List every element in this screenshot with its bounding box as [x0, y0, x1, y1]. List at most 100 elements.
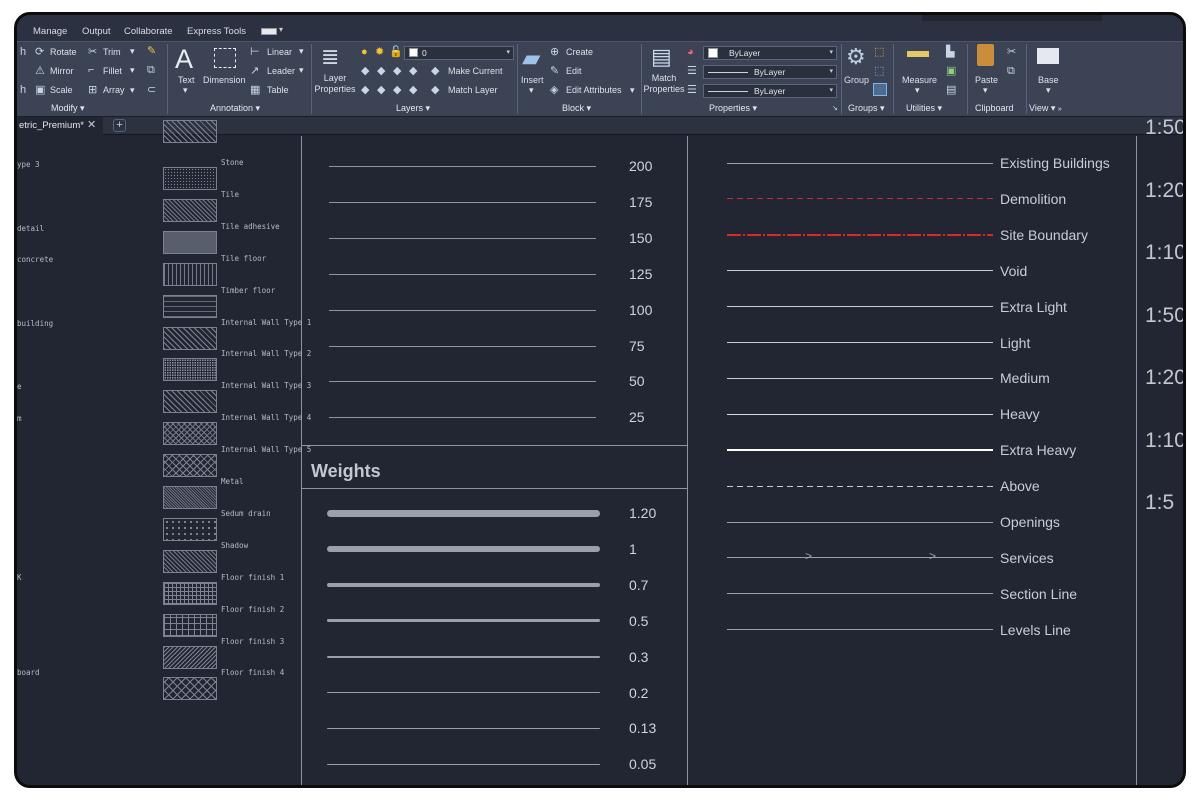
chevron-down-icon[interactable]: ▾: [915, 85, 920, 96]
workspace-toggle-icon[interactable]: [261, 28, 277, 35]
hatch-swatch[interactable]: [163, 167, 217, 190]
new-tab-button[interactable]: +: [113, 119, 126, 132]
chevron-down-icon[interactable]: ▾: [983, 85, 988, 96]
layer-dropdown[interactable]: 0 ▾: [404, 46, 514, 60]
insert-button[interactable]: Insert: [521, 75, 544, 85]
chevron-down-icon[interactable]: ▾: [130, 85, 135, 96]
hatch-swatch[interactable]: [163, 230, 217, 254]
linetype-dropdown[interactable]: ByLayer ▾: [703, 84, 837, 98]
match-properties-button[interactable]: Match Properties: [641, 73, 687, 95]
group-edit-icon[interactable]: ⬚: [874, 65, 884, 77]
annotation-panel-label[interactable]: Annotation ▾: [210, 103, 260, 114]
tab-collaborate[interactable]: Collaborate: [124, 26, 173, 37]
hatch-swatch[interactable]: [163, 262, 217, 286]
hatch-swatch[interactable]: [163, 358, 217, 382]
hatch-swatch[interactable]: [163, 454, 217, 478]
tab-express-tools[interactable]: Express Tools: [187, 26, 246, 37]
base-button[interactable]: Base: [1038, 75, 1059, 85]
copy-icon[interactable]: ⧉: [147, 64, 155, 76]
drawing-canvas[interactable]: ype 3 detail concrete building e m K boa…: [17, 116, 1183, 785]
hatch-swatch[interactable]: [163, 517, 217, 541]
chevron-down-icon[interactable]: ▾: [299, 46, 304, 57]
scale-button[interactable]: Scale: [50, 85, 73, 95]
create-block-button[interactable]: Create: [566, 47, 593, 57]
text-button[interactable]: Text: [178, 75, 195, 85]
utility-icon[interactable]: ▣: [946, 65, 956, 77]
lock-icon[interactable]: 🔓: [389, 46, 403, 58]
hatch-swatch[interactable]: [163, 549, 217, 573]
hatch-swatch[interactable]: [163, 581, 217, 605]
array-button[interactable]: Array: [103, 85, 125, 95]
layer-properties-button[interactable]: Layer Properties: [312, 73, 358, 95]
chevron-down-icon[interactable]: ▾: [130, 46, 135, 57]
lineweight-dropdown[interactable]: ByLayer ▾: [703, 65, 837, 79]
measure-button[interactable]: Measure: [902, 75, 937, 85]
hatch-swatch[interactable]: [163, 390, 217, 414]
hatch-swatch[interactable]: [163, 120, 217, 143]
close-icon[interactable]: ✕: [87, 118, 96, 131]
tab-manage[interactable]: Manage: [33, 26, 67, 37]
layer-tool-icon[interactable]: ◆: [377, 84, 385, 96]
bulb-icon[interactable]: ●: [361, 46, 368, 58]
trim-button[interactable]: Trim: [103, 47, 121, 57]
block-panel-label[interactable]: Block ▾: [562, 103, 591, 114]
chevron-down-icon[interactable]: ▾: [279, 25, 283, 34]
layer-tool-icon[interactable]: ◆: [361, 65, 369, 77]
copy-clip-icon[interactable]: ⧉: [1007, 65, 1015, 77]
utilities-panel-label[interactable]: Utilities ▾: [906, 103, 942, 114]
move-icon[interactable]: h: [20, 46, 26, 58]
chevron-down-icon[interactable]: ▾: [130, 65, 135, 76]
layer-tool-icon[interactable]: ◆: [377, 65, 385, 77]
paste-button[interactable]: Paste: [975, 75, 998, 85]
view-panel-label[interactable]: View ▾ »: [1029, 103, 1062, 114]
erase-icon[interactable]: ✎: [147, 45, 156, 57]
file-tab[interactable]: etric_Premium* ✕: [17, 117, 103, 135]
sun-icon[interactable]: ✹: [375, 46, 384, 58]
layer-tool-icon[interactable]: ◆: [393, 65, 401, 77]
chevron-down-icon[interactable]: ▾: [1046, 85, 1051, 96]
hatch-swatch[interactable]: [163, 326, 217, 350]
hatch-swatch[interactable]: [163, 645, 217, 669]
match-layer-button[interactable]: Match Layer: [448, 85, 498, 95]
group-selection-icon[interactable]: [873, 83, 887, 96]
leader-button[interactable]: Leader: [267, 66, 295, 76]
layer-tool-icon[interactable]: ◆: [361, 84, 369, 96]
group-button[interactable]: Group: [844, 75, 869, 85]
stretch-icon[interactable]: h: [20, 84, 26, 96]
clipboard-panel-label[interactable]: Clipboard: [975, 103, 1014, 113]
cut-icon[interactable]: ✂: [1007, 46, 1016, 58]
hatch-swatch[interactable]: [163, 294, 217, 318]
dimension-button[interactable]: Dimension: [203, 75, 246, 85]
properties-panel-label[interactable]: Properties ▾: [709, 103, 757, 114]
table-button[interactable]: Table: [267, 85, 289, 95]
groups-panel-label[interactable]: Groups ▾: [848, 103, 885, 114]
edit-block-button[interactable]: Edit: [566, 66, 582, 76]
hatch-swatch[interactable]: [163, 677, 217, 701]
layers-panel-label[interactable]: Layers ▾: [396, 103, 430, 114]
calculator-icon[interactable]: ▤: [946, 84, 956, 96]
layer-tool-icon[interactable]: ◆: [393, 84, 401, 96]
chevron-down-icon[interactable]: ▾: [630, 85, 635, 96]
hatch-swatch[interactable]: [163, 198, 217, 222]
mirror-button[interactable]: Mirror: [50, 66, 74, 76]
chevron-down-icon[interactable]: ▾: [529, 85, 534, 96]
hatch-swatch[interactable]: [163, 486, 217, 509]
chevron-down-icon[interactable]: ▾: [183, 85, 188, 96]
linear-button[interactable]: Linear: [267, 47, 292, 57]
layer-tool-icon[interactable]: ◆: [409, 65, 417, 77]
hatch-swatch[interactable]: [163, 422, 217, 446]
chevron-down-icon[interactable]: ▾: [299, 65, 304, 76]
rotate-button[interactable]: Rotate: [50, 47, 77, 57]
offset-icon[interactable]: ⊂: [147, 84, 156, 96]
edit-attributes-button[interactable]: Edit Attributes: [566, 85, 622, 95]
dialog-launcher-icon[interactable]: ↘: [832, 104, 838, 112]
modify-panel-label[interactable]: Modify ▾: [51, 103, 85, 114]
utility-icon[interactable]: ▙: [946, 46, 954, 58]
ungroup-icon[interactable]: ⬚: [874, 46, 884, 58]
color-dropdown[interactable]: ByLayer ▾: [703, 46, 837, 60]
fillet-button[interactable]: Fillet: [103, 66, 122, 76]
hatch-swatch[interactable]: [163, 613, 217, 637]
tab-output[interactable]: Output: [82, 26, 111, 37]
layer-tool-icon[interactable]: ◆: [409, 84, 417, 96]
make-current-button[interactable]: Make Current: [448, 66, 503, 76]
